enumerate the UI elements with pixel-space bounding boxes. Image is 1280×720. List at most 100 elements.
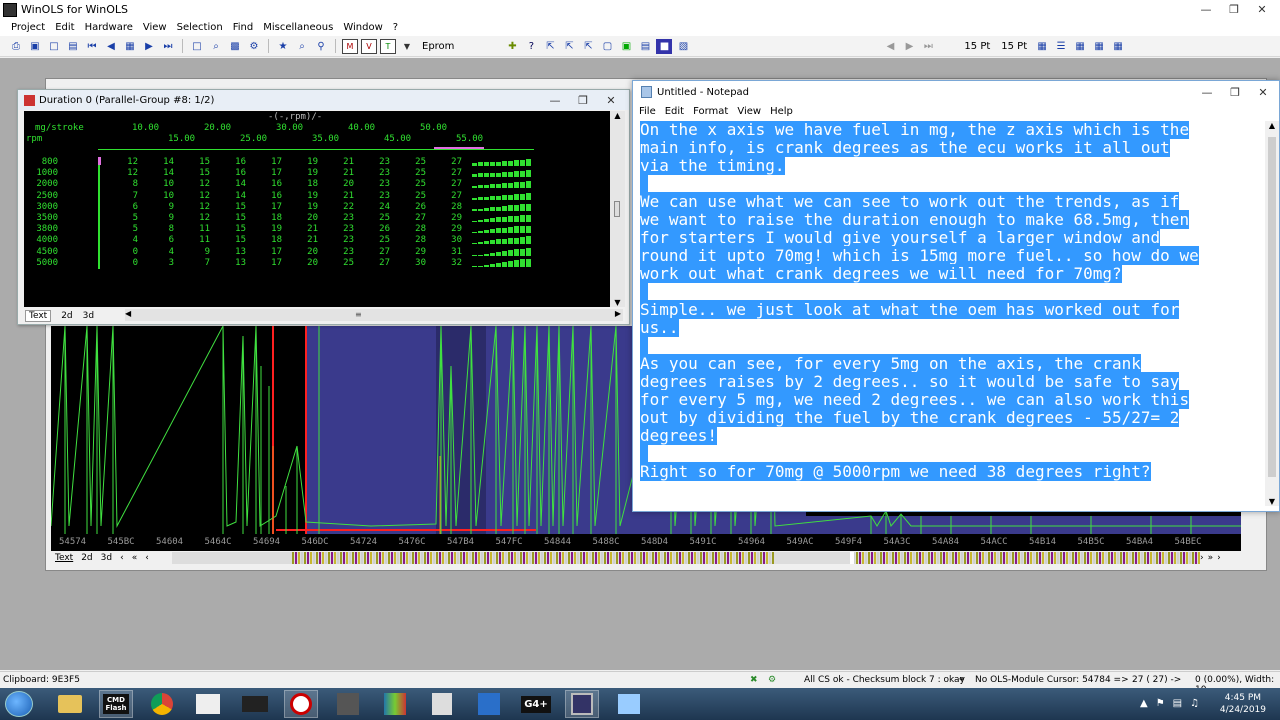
menu-hardware[interactable]: Hardware [80,22,138,33]
hardware-icon[interactable]: ★ [275,39,291,54]
map-cell[interactable]: 28 [404,235,426,245]
map-tab-text[interactable]: Text [25,309,52,322]
map-cell[interactable]: 26 [404,202,426,212]
map-cell[interactable]: 25 [404,179,426,189]
list-icon[interactable]: ☰ [1053,39,1069,54]
dropdown-icon[interactable]: ▼ [399,39,415,54]
map-cell[interactable]: 9 [188,247,210,257]
map-cell[interactable]: 9 [152,213,174,223]
map-cell[interactable]: 15 [224,235,246,245]
map-cell[interactable]: 21 [296,235,318,245]
map-tab-2d[interactable]: 2d [61,311,72,321]
select-all-icon[interactable]: ⇱ [580,39,596,54]
map-cell[interactable]: 23 [332,224,354,234]
map-cell[interactable]: 4 [152,247,174,257]
map-cell[interactable]: 23 [368,179,390,189]
map-cell[interactable]: 12 [188,191,210,201]
cursor-icon[interactable]: ✚ [504,39,520,54]
clock[interactable]: 4:45 PM 4/24/2019 [1220,692,1266,716]
notepad-menu-format[interactable]: Format [693,106,728,117]
map-cell[interactable]: 5 [116,213,138,223]
scroll-left-icon[interactable]: ‹ [145,553,149,563]
map-cell[interactable]: 12 [116,168,138,178]
taskbar-app-icon[interactable] [238,690,272,718]
help-icon[interactable]: ? [523,39,539,54]
map-cell[interactable]: 25 [404,168,426,178]
map-cell[interactable]: 30 [404,258,426,268]
zoom-icon[interactable]: ⌕ [208,39,224,54]
tray-flag-icon[interactable]: ⚑ [1156,698,1165,709]
map-cell[interactable]: 3 [152,258,174,268]
map-cell[interactable]: 8 [116,179,138,189]
map-cell[interactable]: 7 [116,191,138,201]
map-cell[interactable]: 15 [188,168,210,178]
taskbar-winols-icon[interactable] [284,690,318,718]
map-cell[interactable]: 27 [440,191,462,201]
tray-volume-icon[interactable]: ♫ [1190,698,1199,709]
table-view-icon[interactable]: ▦ [1072,39,1088,54]
scroll-last-icon[interactable]: › [1217,553,1221,563]
map-cell[interactable]: 20 [332,179,354,189]
map-cell[interactable]: 14 [152,168,174,178]
map-cell[interactable]: 18 [260,235,282,245]
map-cell[interactable]: 17 [260,157,282,167]
map-cell[interactable]: 21 [332,168,354,178]
map-scroll-thumb[interactable] [614,201,620,217]
map-cell[interactable]: 23 [368,157,390,167]
map-restore-icon[interactable]: ❐ [569,91,597,109]
map-cell[interactable]: 20 [296,213,318,223]
map-cell[interactable]: 17 [260,247,282,257]
nav-next-icon[interactable]: ▶ [901,39,917,54]
map-cell[interactable]: 23 [332,213,354,223]
tile-icon[interactable]: ▦ [1110,39,1126,54]
nav-last-icon[interactable]: ⏭ [920,39,936,54]
scroll-down-icon[interactable]: ▼ [1265,497,1279,506]
selection-tool-icon[interactable]: ⇱ [561,39,577,54]
map-cell[interactable]: 28 [404,224,426,234]
map-cell[interactable]: 4 [116,235,138,245]
notepad-menu-help[interactable]: Help [770,106,793,117]
scroll-first-icon[interactable]: ‹ [120,553,124,563]
taskbar-chrome-icon[interactable] [145,690,179,718]
map-cell[interactable]: 17 [260,258,282,268]
map-cell[interactable]: 27 [368,247,390,257]
hex-horizontal-scrollbar[interactable] [172,552,1200,564]
search-icon[interactable]: ⌕ [294,39,310,54]
menu-help[interactable]: ? [388,22,403,33]
map-cell[interactable]: 15 [188,157,210,167]
scroll-right-icon[interactable]: ▶ [615,309,621,318]
scroll-down-icon[interactable]: ▼ [610,298,625,307]
map-cell[interactable]: 8 [152,224,174,234]
map-cell[interactable]: 26 [368,224,390,234]
map-cell[interactable]: 7 [188,258,210,268]
prev-icon[interactable]: ◀ [103,39,119,54]
map-cell[interactable]: 0 [116,247,138,257]
notepad-titlebar[interactable]: Untitled - Notepad [633,81,1279,103]
map-close-icon[interactable]: ✕ [597,91,625,109]
notepad-menu-edit[interactable]: Edit [665,106,684,117]
map-cell[interactable]: 15 [224,202,246,212]
font-size-1[interactable]: 15 Pt [964,41,990,52]
map-cell[interactable]: 32 [440,258,462,268]
notepad-restore-icon[interactable]: ❐ [1221,83,1249,101]
notepad-window[interactable]: Untitled - Notepad — ❐ ✕ File Edit Forma… [632,80,1280,512]
map-cell[interactable]: 12 [116,157,138,167]
notepad-close-icon[interactable]: ✕ [1249,83,1277,101]
map-cell[interactable]: 12 [188,213,210,223]
taskbar-tool-icon[interactable] [191,690,225,718]
map-cell[interactable]: 25 [332,258,354,268]
nav-first-icon[interactable]: ◀ [882,39,898,54]
map-cell[interactable]: 9 [152,202,174,212]
map-cell[interactable]: 19 [296,202,318,212]
map-cell[interactable]: 12 [188,179,210,189]
taskbar-cmdflash-icon[interactable]: CMD Flash [99,690,133,718]
paste-icon[interactable]: ▣ [618,39,634,54]
scroll-right-icon[interactable]: › [1200,553,1204,563]
map-cell[interactable]: 16 [224,168,246,178]
hex-tab-3d[interactable]: 3d [101,553,112,563]
notepad-menu-file[interactable]: File [639,106,656,117]
map-cell[interactable]: 10 [152,179,174,189]
map-cell[interactable]: 30 [440,235,462,245]
taskbar-books-icon[interactable] [378,690,412,718]
map-cell[interactable]: 24 [368,202,390,212]
